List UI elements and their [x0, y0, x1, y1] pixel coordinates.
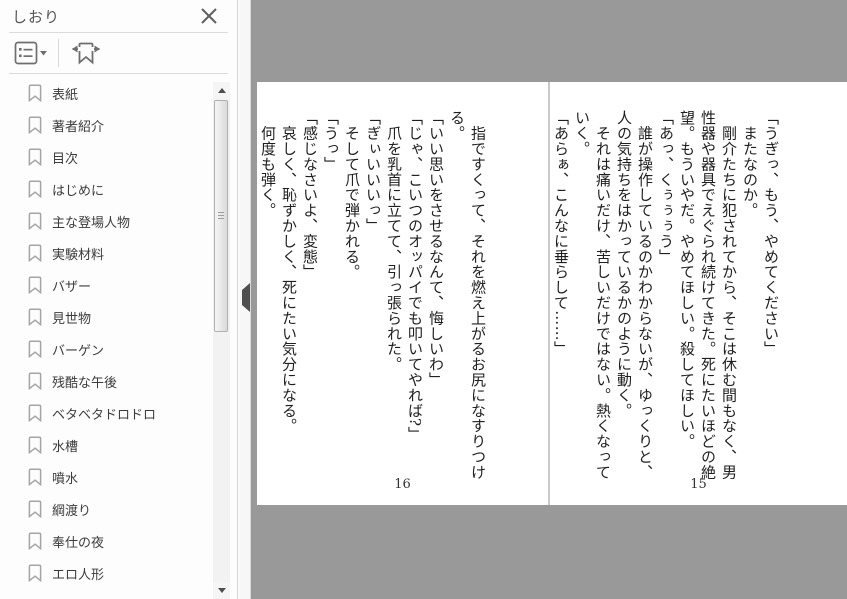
bookmark-icon [28, 532, 42, 550]
list-view-options-button[interactable] [12, 39, 50, 67]
bookmark-item[interactable]: エロ人形 [0, 557, 213, 589]
paragraph: 「あっ、くぅぅぅう」 [657, 110, 675, 264]
bookmark-icon [28, 244, 42, 262]
paragraph: 剛介たちに犯されてから、そこは休む間もなく、男性器や器具でえぐられ続けてきた。死… [678, 110, 738, 480]
paragraph: 指ですくって、それを燃え上がるお尻になすりつける。 [448, 110, 487, 480]
bookmark-item[interactable]: 主な登場人物 [0, 205, 213, 237]
bookmark-item-label: バザー [52, 279, 92, 295]
scrollbar-thumb[interactable] [214, 100, 228, 332]
bookmark-icon [28, 500, 42, 518]
panel-toolbar [0, 33, 237, 73]
bookmark-item[interactable]: バザー [0, 269, 213, 301]
bookmark-icon [28, 468, 42, 486]
chevron-left-icon [242, 282, 250, 312]
bookmark-item-label: 残酷な午後 [52, 375, 118, 391]
paragraph: それは痛いだけ、苦しいだけではない。熱くなっていく。 [573, 110, 612, 480]
list-view-icon [14, 41, 47, 65]
bookmark-icon [28, 84, 42, 102]
bookmark-item-label: バーゲン [52, 343, 105, 359]
paragraph: 「ぎぃいいいっ」 [364, 110, 382, 234]
paragraph: 「感じなさいよ、変態」 [301, 110, 319, 280]
paragraph: 哀しく、恥ずかしく、死にたい気分になる。 [280, 110, 298, 434]
close-icon[interactable] [197, 5, 221, 29]
bookmark-icon [28, 372, 42, 390]
paragraph: 爪を乳首に立てて、引っ張られた。 [385, 110, 403, 372]
paragraph: 誰が操作しているのかわからないが、ゆっくりと、人の気持ちをはかっているかのように… [615, 110, 654, 480]
paragraph: またなのか。 [741, 110, 759, 218]
book-page-right: 「うぎっ、もう、やめてください」 またなのか。 剛介たちに犯されてから、そこは休… [550, 82, 847, 505]
bookmark-item[interactable]: 水槽 [0, 429, 213, 461]
bookmark-icon [28, 564, 42, 582]
bookmark-item-label: 見世物 [52, 311, 92, 327]
book-page-left: 指ですくって、それを燃え上がるお尻になすりつける。 「いい思いをさせるなんて、悔… [257, 82, 548, 505]
scroll-down-icon[interactable] [213, 582, 230, 599]
bookmark-icon [28, 308, 42, 326]
bookmark-item[interactable]: ベタベタドロドロ [0, 397, 213, 429]
bookmark-item-label: ベタベタドロドロ [52, 407, 157, 423]
panel-splitter [239, 0, 250, 599]
bookmark-icon [28, 404, 42, 422]
paragraph: 何度も弾く。 [259, 110, 277, 218]
paragraph: 「うぎっ、もう、やめてください」 [762, 110, 780, 357]
bookmark-item[interactable]: はじめに [0, 173, 213, 205]
bookmark-item-label: 著者紹介 [52, 119, 105, 135]
bookmark-item-label: 綱渡り [52, 503, 92, 519]
panel-title: しおり [12, 8, 61, 26]
bookmark-item-label: 水槽 [52, 439, 79, 455]
paragraph: 「いい思いをさせるなんて、悔しいわ」 [427, 110, 445, 388]
paragraph: 「あらぁ、こんなに垂らして……」 [552, 110, 570, 357]
bookmark-item-label: 目次 [52, 151, 79, 167]
bookmark-item[interactable]: 著者紹介 [0, 109, 213, 141]
toolbar-divider [9, 73, 228, 74]
bookmark-item[interactable]: 見世物 [0, 301, 213, 333]
page-number: 15 [690, 477, 707, 492]
bookmark-item-label: 実験材料 [52, 247, 105, 263]
bookmark-item[interactable]: 目次 [0, 141, 213, 173]
bookmark-icon [28, 116, 42, 134]
bookmark-icon [28, 436, 42, 454]
sidebar-scrollbar[interactable] [213, 82, 230, 599]
bookmark-icon [28, 212, 42, 230]
bookmark-icon [28, 340, 42, 358]
bookmark-icon [28, 276, 42, 294]
paragraph: 「うっ」 [322, 110, 340, 172]
bookmark-item-label: 奉仕の夜 [52, 535, 105, 551]
page-text: 「うぎっ、もう、やめてください」 またなのか。 剛介たちに犯されてから、そこは休… [550, 110, 789, 480]
bookmarks-panel: しおり 表紙 著者紹介 目次 はじめに 主な登場人物 実験材料 バザー 見世物 … [0, 0, 238, 599]
bookmark-item-label: 主な登場人物 [52, 215, 131, 231]
bookmark-item-label: 噴水 [52, 471, 79, 487]
x-mark-icon [201, 8, 217, 24]
bookmark-item-label: はじめに [52, 183, 105, 199]
bookmark-arrows-icon [72, 42, 100, 65]
bookmark-item[interactable]: 噴水 [0, 461, 213, 493]
chevron-down-icon [40, 51, 47, 56]
page-text: 指ですくって、それを燃え上がるお尻になすりつける。 「いい思いをさせるなんて、悔… [257, 110, 518, 480]
bookmark-icon [28, 180, 42, 198]
bookmark-list: 表紙 著者紹介 目次 はじめに 主な登場人物 実験材料 バザー 見世物 バーゲン… [0, 77, 213, 589]
scroll-up-icon[interactable] [213, 82, 230, 99]
panel-header: しおり [0, 0, 237, 32]
bookmark-item[interactable]: バーゲン [0, 333, 213, 365]
toolbar-separator [58, 39, 59, 67]
bookmark-item-label: 表紙 [52, 87, 79, 103]
bookmark-item[interactable]: 綱渡り [0, 493, 213, 525]
reader-canvas: 指ですくって、それを燃え上がるお尻になすりつける。 「いい思いをさせるなんて、悔… [250, 0, 847, 599]
bookmark-item[interactable]: 奉仕の夜 [0, 525, 213, 557]
bookmark-item[interactable]: 残酷な午後 [0, 365, 213, 397]
bookmark-item[interactable]: 実験材料 [0, 237, 213, 269]
bookmark-item-label: エロ人形 [52, 567, 105, 583]
paragraph: 「じゃ、こいつのオッパイでも叩いてやれば?」 [406, 110, 424, 442]
bookmark-icon [28, 148, 42, 166]
add-bookmark-button[interactable] [69, 38, 103, 68]
page-spread: 指ですくって、それを燃え上がるお尻になすりつける。 「いい思いをさせるなんて、悔… [257, 82, 847, 505]
page-number: 16 [394, 477, 411, 492]
paragraph: そして爪で弾かれる。 [343, 110, 361, 280]
bookmark-item[interactable]: 表紙 [0, 77, 213, 109]
